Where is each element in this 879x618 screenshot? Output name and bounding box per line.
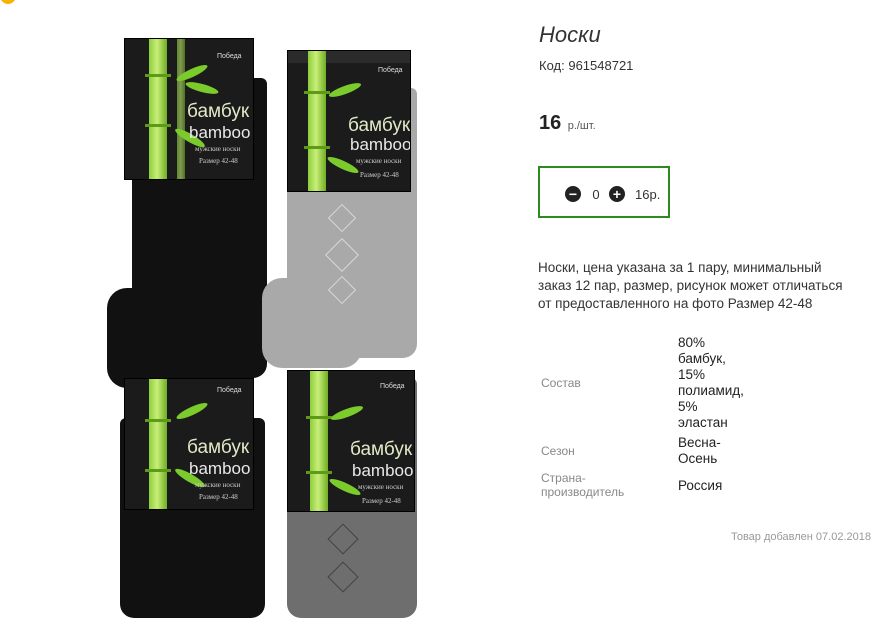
package-card: Победа бамбук bamboo мужские носки Разме… — [287, 370, 415, 512]
package-card: Победа бамбук bamboo мужские носки Разме… — [124, 38, 254, 180]
brand-subtitle: мужские носки — [195, 481, 241, 489]
spec-value-country: Россия — [678, 478, 723, 493]
brand-logo: Победа — [380, 383, 405, 390]
quantity-sum: 16р. — [635, 187, 661, 202]
brand-ru: бамбук — [348, 115, 411, 136]
brand-ru: бамбук — [350, 439, 413, 460]
brand-ru: бамбук — [187, 101, 250, 122]
brand-logo: Победа — [378, 67, 403, 74]
product-code-label: Код: — [539, 58, 565, 73]
spec-value-composition: 80% бамбук, 15% полиамид, 5% эластан — [678, 335, 744, 430]
price-unit: р./шт. — [567, 120, 596, 132]
brand-en: bamboo — [352, 461, 414, 480]
product-title: Носки — [539, 22, 601, 47]
plus-circle-icon[interactable]: + — [609, 186, 625, 202]
brand-en: bamboo — [189, 123, 251, 142]
brand-subtitle: мужские носки — [195, 145, 241, 153]
brand-logo: Победа — [217, 53, 242, 60]
minus-circle-icon[interactable]: − — [565, 186, 581, 202]
brand-en: bamboo — [189, 459, 251, 478]
product-photo[interactable]: Победа бамбук bamboo мужские носки Разме… — [102, 38, 432, 618]
size-label: Размер 42-48 — [199, 157, 238, 165]
package-card: Победа бамбук bamboo мужские носки Разме… — [287, 50, 411, 192]
brand-subtitle: мужские носки — [356, 157, 402, 165]
spec-value-season: Весна- Осень — [678, 435, 721, 466]
size-label: Размер 42-48 — [199, 493, 238, 501]
package-card: Победа бамбук bamboo мужские носки Разме… — [124, 378, 254, 510]
sock-black-top-foot — [107, 288, 187, 388]
quantity-selector: − 0 + 16р. — [538, 166, 670, 218]
brand-en: bamboo — [350, 135, 411, 154]
quantity-value: 0 — [592, 187, 600, 202]
spec-label-composition: Состав — [541, 376, 581, 390]
size-label: Размер 42-48 — [362, 497, 401, 505]
size-label: Размер 42-48 — [360, 171, 399, 179]
brand-subtitle: мужские носки — [358, 483, 404, 491]
added-date: Товар добавлен 07.02.2018 — [730, 531, 871, 543]
product-description: Носки, цена указана за 1 пару, минимальн… — [538, 260, 843, 311]
product-code-value: 961548721 — [568, 58, 634, 73]
price-value: 16 — [539, 112, 562, 134]
brand-logo: Победа — [217, 387, 242, 394]
product-price: 16 р./шт. — [539, 112, 596, 135]
spec-label-season: Сезон — [541, 444, 575, 458]
corner-marker — [0, 0, 16, 4]
product-code: Код: 961548721 — [539, 58, 633, 73]
spec-label-country: Страна- производитель — [541, 471, 625, 499]
brand-ru: бамбук — [187, 437, 250, 458]
